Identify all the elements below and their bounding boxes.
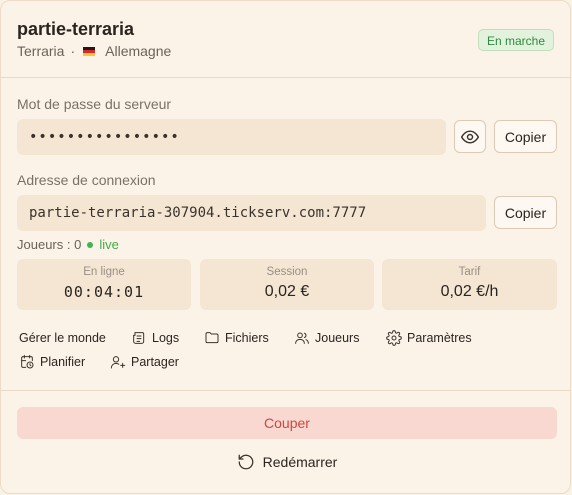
players-button[interactable]: Joueurs [294,330,359,346]
stat-session-label: Session [266,266,308,278]
status-badge: En marche [477,29,554,51]
settings-label: Paramètres [407,331,472,345]
folder-icon [205,332,219,344]
stat-uptime-label: En ligne [83,266,125,278]
logs-button[interactable]: Logs [131,330,179,346]
connection-label: Adresse de connexion [17,172,156,188]
players-status: Joueurs : 0 live [17,237,119,252]
logs-label: Logs [152,331,180,345]
stat-rate-label: Tarif [458,266,481,278]
password-label: Mot de passe du serveur [17,96,172,112]
header-divider [1,77,570,78]
eye-icon [460,129,480,144]
logs-icon [133,332,145,344]
restart-button[interactable]: Redémarrer [1,453,572,471]
stat-uptime-value: 00:04:01 [63,283,145,301]
manage-world-button[interactable]: Gérer le monde [19,331,106,345]
stat-rate: Tarif 0,02 €/h [382,259,557,310]
live-dot-icon [87,241,94,248]
players-count: Joueurs : 0 [17,237,82,252]
share-label: Partager [131,355,179,369]
server-country: Allemagne [105,43,172,59]
copy-password-button[interactable]: Copier [494,120,557,153]
schedule-label: Planifier [40,355,86,369]
users-icon [295,332,309,344]
files-label: Fichiers [225,331,269,345]
manage-world-label: Gérer le monde [19,331,106,345]
password-field[interactable]: •••••••••••••••• [17,119,446,155]
connection-address-field[interactable]: partie-terraria-307904.tickserv.com:7777 [17,195,486,231]
actions-divider [1,390,570,391]
share-button[interactable]: Partager [110,354,179,370]
user-plus-icon [110,356,126,369]
server-name: partie-terraria [17,19,135,39]
server-card: partie-terraria Terraria · Allemagne En … [0,0,571,494]
server-header: partie-terraria Terraria · Allemagne En … [17,17,554,67]
files-button[interactable]: Fichiers [204,330,269,346]
stat-uptime: En ligne 00:04:01 [17,259,191,310]
gear-icon [386,330,402,346]
game-name: Terraria [17,43,65,59]
reveal-password-button[interactable] [454,120,486,153]
restart-label: Redémarrer [262,454,338,470]
stop-button[interactable]: Couper [17,407,557,439]
subtitle-separator: · [70,43,76,59]
server-subtitle: Terraria · Allemagne [17,43,171,59]
stat-rate-value: 0,02 €/h [440,283,499,300]
calendar-clock-icon [21,354,34,369]
stat-session: Session 0,02 € [200,259,374,310]
copy-address-button[interactable]: Copier [494,196,557,229]
restart-icon [238,454,254,470]
stat-session-value: 0,02 € [264,283,310,300]
players-label: Joueurs [315,331,360,345]
settings-button[interactable]: Paramètres [386,330,472,346]
germany-flag-icon [83,46,96,56]
schedule-button[interactable]: Planifier [19,354,85,370]
live-label: live [99,237,119,252]
